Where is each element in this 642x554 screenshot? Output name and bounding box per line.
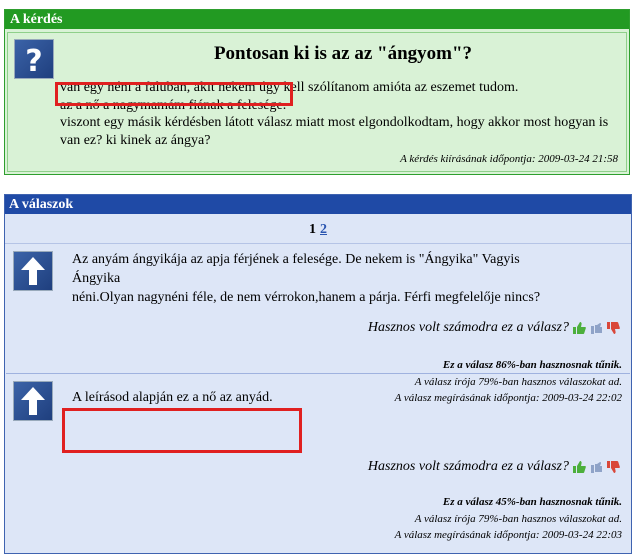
pagination: 12 — [5, 222, 631, 238]
helpful-prompt: Hasznos volt számodra ez a válasz? — [368, 459, 620, 475]
answer-line: néni.Olyan nagynéni féle, de nem vérroko… — [72, 290, 541, 305]
author-rating: A válasz írója 79%-ban hasznos válaszoka… — [414, 512, 622, 525]
highlight-box-question — [55, 82, 293, 106]
helpful-question: Hasznos volt számodra ez a válasz? — [367, 320, 569, 335]
thumbs-up-icon[interactable] — [572, 460, 586, 474]
helpful-prompt: Hasznos volt számodra ez a válasz? — [368, 320, 620, 336]
question-header: A kérdés — [5, 10, 629, 29]
question-line: viszont egy másik kérdésben látott válas… — [60, 115, 609, 130]
thumbs-down-icon[interactable] — [606, 321, 620, 335]
neutral-hand-icon[interactable] — [589, 460, 603, 474]
answer-line: Az anyám ángyikája az apja férjének a fe… — [72, 252, 520, 286]
helpfulness-percent: Ez a válasz 86%-ban hasznosnak tűnik. — [442, 359, 622, 371]
up-arrow-icon — [13, 381, 53, 421]
answer-stats: Ez a válasz 45%-ban hasznosnak tűnik. A … — [395, 494, 622, 544]
up-arrow-icon — [13, 251, 53, 291]
neutral-hand-icon[interactable] — [589, 321, 603, 335]
question-mark-icon: ? — [14, 39, 54, 79]
answers-panel: A válaszok 12 Az anyám ángyikája az apja… — [4, 194, 632, 554]
thumbs-up-icon[interactable] — [572, 321, 586, 335]
page-current: 1 — [309, 222, 316, 237]
answer-timestamp: A válasz megírásának időpontja: 2009-03-… — [394, 529, 622, 541]
page-link-2[interactable]: 2 — [320, 222, 327, 237]
answer-item: Az anyám ángyikája az apja férjének a fe… — [6, 244, 630, 404]
question-timestamp: A kérdés kiírásának időpontja: 2009-03-2… — [400, 153, 618, 165]
helpful-question: Hasznos volt számodra ez a válasz? — [367, 459, 569, 474]
question-title: Pontosan ki is az az "ángyom"? — [213, 43, 473, 64]
question-line: van ez? ki kinek az ángya? — [60, 132, 211, 148]
answers-header: A válaszok — [5, 195, 631, 214]
answer-item: A leírásod alapján ez a nő az anyád. Has… — [6, 373, 630, 553]
highlight-box-answer — [62, 408, 302, 453]
answer-text: A leírásod alapján ez a nő az anyád. — [72, 388, 552, 407]
answer-line: A leírásod alapján ez a nő az anyád. — [72, 390, 273, 405]
thumbs-down-icon[interactable] — [606, 460, 620, 474]
helpfulness-percent: Ez a válasz 45%-ban hasznosnak tűnik. — [442, 496, 622, 508]
answer-text: Az anyám ángyikája az apja férjének a fe… — [72, 250, 552, 307]
svg-text:?: ? — [25, 44, 42, 78]
